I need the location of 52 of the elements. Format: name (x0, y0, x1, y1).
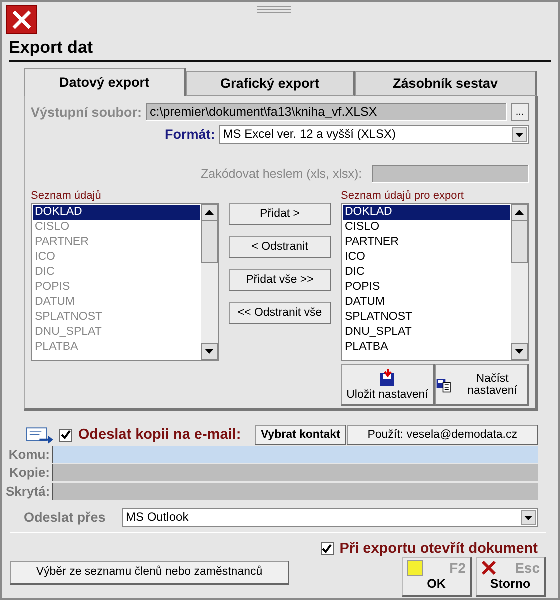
envelope-arrow-icon (26, 426, 54, 444)
field-label: Zakódovat heslem (xls, xlsx): (201, 167, 362, 181)
email-field[interactable] (52, 446, 538, 463)
scrollbar[interactable] (201, 204, 218, 360)
format-dropdown[interactable]: MS Excel ver. 12 a vyšší (XLSX) (219, 124, 529, 144)
use-address-button[interactable]: Použít: vesela@demodata.cz (347, 425, 538, 445)
field-label: Výstupní soubor: (31, 104, 142, 120)
list-item[interactable]: PLATBA (343, 340, 510, 355)
tab[interactable]: Grafický export (186, 71, 355, 96)
cancel-button[interactable]: Esc Storno (476, 556, 546, 596)
checkbox-label: Odeslat kopii na e-mail: (78, 427, 242, 443)
email-field[interactable] (52, 464, 538, 482)
list-label: Seznam údajů (31, 190, 102, 203)
scrollbar[interactable] (511, 204, 528, 360)
checkbox[interactable] (320, 542, 334, 555)
drag-grip-icon[interactable] (257, 6, 291, 16)
password-field[interactable] (372, 165, 529, 183)
list-item[interactable]: DNU_SPLAT (343, 325, 510, 340)
field-label: Kopie: (8, 465, 51, 480)
list-item[interactable]: SPLATNOST (343, 310, 510, 325)
close-button[interactable] (6, 5, 37, 34)
send-via-dropdown[interactable]: MS Outlook (122, 508, 538, 526)
email-field[interactable] (52, 482, 538, 500)
list-item[interactable]: DOKLAD (343, 205, 510, 220)
move-button[interactable]: << Odstranit vše (229, 302, 331, 324)
field-label: Komu: (8, 446, 51, 462)
list-item[interactable]: ICO (343, 250, 510, 265)
move-button[interactable]: Přidat vše >> (229, 269, 331, 291)
note-square-icon (407, 560, 423, 576)
move-button[interactable]: Přidat > (229, 203, 331, 225)
field-label: Skrytá: (6, 484, 52, 499)
move-button[interactable]: < Odstranit (229, 236, 331, 258)
field-label: Odeslat přes (24, 510, 107, 524)
list-item[interactable]: CISLO (343, 220, 510, 235)
list-item[interactable]: PARTNER (343, 235, 510, 250)
field-label: Formát: (165, 126, 216, 142)
save-settings-button[interactable]: Uložit nastavení (341, 364, 435, 406)
list-item[interactable]: DATUM (343, 295, 510, 310)
list-item[interactable]: POPIS (343, 280, 510, 295)
pick-members-button[interactable]: Výběr ze seznamu členů nebo zaměstnanců (10, 560, 289, 584)
dialog-title: Export dat (9, 38, 94, 58)
tab[interactable]: Datový export (24, 68, 186, 96)
tab[interactable]: Zásobník sestav (355, 71, 537, 96)
cross-icon (481, 560, 497, 576)
list-label: Seznam údajů pro export (341, 190, 465, 203)
checkbox-label: Při exportu otevřít dokument (340, 540, 538, 556)
field-list[interactable]: DOKLAD CISLO PARTNER ICO DIC POPIS DATUM SPLATNOST DNU_SPLAT PLATBA (341, 203, 529, 361)
pick-contact-button[interactable]: Vybrat kontakt (255, 425, 346, 445)
ok-button[interactable]: F2 OK (402, 556, 472, 596)
checkbox[interactable] (59, 428, 72, 442)
load-settings-button[interactable]: Načíst nastavení (435, 364, 529, 406)
list-item[interactable]: DIC (343, 265, 510, 280)
